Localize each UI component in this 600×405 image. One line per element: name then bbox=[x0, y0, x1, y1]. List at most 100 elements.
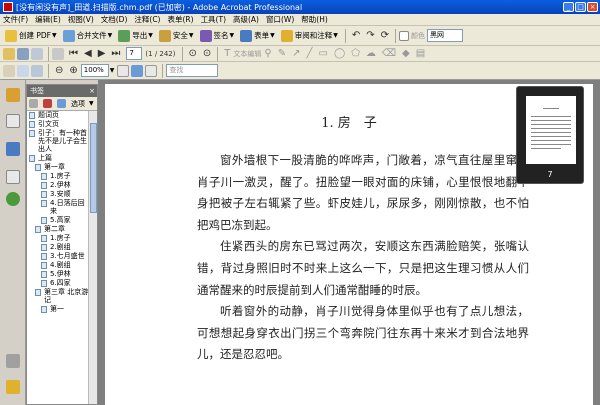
menu-window[interactable]: 窗口(W) bbox=[266, 14, 294, 25]
sign-button[interactable]: 签名 ▼ bbox=[198, 28, 237, 44]
lock-icon[interactable] bbox=[6, 88, 20, 102]
open-folder-icon[interactable] bbox=[3, 47, 15, 60]
menu-edit[interactable]: 编辑(E) bbox=[35, 14, 61, 25]
menu-document[interactable]: 文档(D) bbox=[101, 14, 128, 25]
create-pdf-button[interactable]: 创建 PDF ▼ bbox=[3, 28, 59, 44]
menu-comments[interactable]: 注释(C) bbox=[134, 14, 160, 25]
bookmark-item[interactable]: 引子：有一种首先不是儿子会生出人 bbox=[27, 129, 89, 153]
pages-icon[interactable] bbox=[6, 114, 20, 128]
bookmarks-options-button[interactable]: 选项 bbox=[71, 99, 85, 109]
comments-icon[interactable] bbox=[6, 380, 20, 394]
last-page-icon[interactable]: ⏭ bbox=[111, 48, 120, 59]
menu-help[interactable]: 帮助(H) bbox=[301, 14, 328, 25]
bookmarks-icon[interactable] bbox=[6, 142, 20, 156]
menu-view[interactable]: 视图(V) bbox=[68, 14, 94, 25]
previous-page-icon[interactable]: ◀ bbox=[84, 48, 92, 59]
zoom-dropdown-icon[interactable]: ▼ bbox=[110, 67, 115, 74]
zoom-input[interactable]: 100% bbox=[80, 64, 109, 77]
bookmark-item[interactable]: 第一章 bbox=[27, 163, 89, 171]
sticky-note-icon[interactable]: ▤ bbox=[416, 48, 425, 59]
search-input[interactable]: 查找 bbox=[166, 64, 219, 77]
bookmark-item[interactable]: 3.七月盛世 bbox=[27, 252, 89, 260]
maximize-button[interactable]: □ bbox=[575, 2, 586, 12]
forms-button[interactable]: 表单 ▼ bbox=[238, 28, 277, 44]
pencil-icon[interactable]: ✎ bbox=[278, 48, 286, 59]
arrow-icon[interactable]: ↗ bbox=[292, 48, 300, 59]
review-comment-button[interactable]: 审阅和注释 ▼ bbox=[279, 28, 340, 44]
bookmark-icon bbox=[41, 200, 47, 207]
close-button[interactable]: × bbox=[587, 2, 598, 12]
zoom-tool-icon[interactable] bbox=[31, 64, 43, 77]
help-icon[interactable] bbox=[6, 192, 20, 206]
signatures-icon[interactable] bbox=[6, 170, 20, 184]
text-edit-label[interactable]: 文本编辑 bbox=[233, 49, 261, 59]
highlight-icon[interactable]: ◆ bbox=[402, 48, 410, 59]
text-edit-icon[interactable]: T bbox=[224, 48, 230, 59]
new-bookmark-icon[interactable] bbox=[57, 99, 66, 108]
sign-pen-icon bbox=[199, 29, 212, 42]
attachments-icon[interactable] bbox=[6, 354, 20, 368]
eraser-icon[interactable]: ⌫ bbox=[382, 48, 396, 59]
minimize-button[interactable]: _ bbox=[563, 2, 574, 12]
bookmark-item[interactable]: 3.安顺 bbox=[27, 190, 89, 198]
next-page-icon[interactable]: ▶ bbox=[98, 48, 106, 59]
color-select[interactable]: 黑网 bbox=[427, 29, 464, 42]
select-tool-icon[interactable] bbox=[17, 64, 29, 77]
undo-icon[interactable]: ↶ bbox=[352, 30, 360, 41]
bookmarks-scrollbar[interactable] bbox=[88, 111, 97, 404]
redo-icon[interactable]: ↷ bbox=[366, 30, 374, 41]
bookmark-item[interactable]: 上篇 bbox=[27, 154, 89, 162]
hand-tool-icon[interactable] bbox=[3, 64, 15, 77]
rotate-icon[interactable]: ⟳ bbox=[381, 30, 389, 41]
bookmark-item[interactable]: 第三章 北京游记 bbox=[27, 288, 89, 304]
bookmark-item[interactable]: 4.日落后回来 bbox=[27, 199, 89, 215]
print-icon[interactable] bbox=[17, 47, 29, 60]
color-swatch-icon[interactable] bbox=[399, 30, 410, 41]
thumbnail-text-line bbox=[531, 128, 571, 129]
combine-files-button[interactable]: 合并文件 ▼ bbox=[61, 28, 115, 44]
bookmark-item[interactable]: 2.剧组 bbox=[27, 243, 89, 251]
scrollbar-thumb[interactable] bbox=[90, 123, 97, 213]
menu-tools[interactable]: 工具(T) bbox=[201, 14, 226, 25]
previous-view-icon[interactable]: ⊙ bbox=[189, 48, 197, 59]
cloud-icon[interactable]: ☁ bbox=[366, 48, 376, 59]
fit-page-icon[interactable] bbox=[131, 64, 144, 77]
bookmark-item[interactable]: 第一 bbox=[27, 305, 89, 313]
bookmark-item[interactable]: 题词页 bbox=[27, 111, 89, 119]
menu-file[interactable]: 文件(F) bbox=[3, 14, 28, 25]
rectangle-icon[interactable]: ▭ bbox=[319, 48, 328, 59]
bookmark-icon bbox=[41, 235, 47, 242]
polygon-icon[interactable]: ⬠ bbox=[351, 48, 360, 59]
bookmark-item[interactable]: 6.四家 bbox=[27, 279, 89, 287]
bookmark-item[interactable]: 5.伊林 bbox=[27, 270, 89, 278]
bookmark-item[interactable]: 2.伊林 bbox=[27, 181, 89, 189]
view-toolbar: ⊖ ⊕ 100% ▼ 查找 bbox=[0, 62, 600, 80]
menu-forms[interactable]: 表单(R) bbox=[167, 14, 193, 25]
bookmark-item[interactable]: 1.房子 bbox=[27, 172, 89, 180]
first-page-icon[interactable]: ⏮ bbox=[69, 48, 78, 59]
save-icon[interactable] bbox=[52, 47, 64, 60]
lock-icon bbox=[158, 29, 171, 42]
page-number-input[interactable]: 7 bbox=[126, 47, 143, 60]
email-icon[interactable] bbox=[31, 47, 43, 60]
bookmark-item[interactable]: 引文页 bbox=[27, 120, 89, 128]
bookmark-label: 题词页 bbox=[38, 111, 59, 119]
zoom-in-icon[interactable]: ⊕ bbox=[69, 65, 77, 76]
bookmark-item[interactable]: 第二章 bbox=[27, 225, 89, 233]
stamp-icon[interactable]: ⚲ bbox=[264, 48, 271, 59]
secure-button[interactable]: 安全 ▼ bbox=[157, 28, 196, 44]
delete-bookmark-icon[interactable] bbox=[43, 99, 52, 108]
line-icon[interactable]: ╱ bbox=[307, 48, 313, 59]
export-button[interactable]: 导出 ▼ bbox=[116, 28, 155, 44]
bookmark-item[interactable]: 5.高家 bbox=[27, 216, 89, 224]
zoom-out-icon[interactable]: ⊖ bbox=[55, 65, 63, 76]
fit-width-icon[interactable] bbox=[145, 64, 158, 77]
bookmark-item[interactable]: 4.剧组 bbox=[27, 261, 89, 269]
bookmark-item[interactable]: 1.房子 bbox=[27, 234, 89, 242]
oval-icon[interactable]: ◯ bbox=[334, 48, 345, 59]
next-view-icon[interactable]: ⊙ bbox=[203, 48, 211, 59]
actual-size-icon[interactable] bbox=[117, 64, 130, 77]
expand-bookmark-icon[interactable] bbox=[29, 99, 38, 108]
bookmarks-close-button[interactable]: × bbox=[89, 85, 95, 97]
menu-advanced[interactable]: 高级(A) bbox=[233, 14, 259, 25]
